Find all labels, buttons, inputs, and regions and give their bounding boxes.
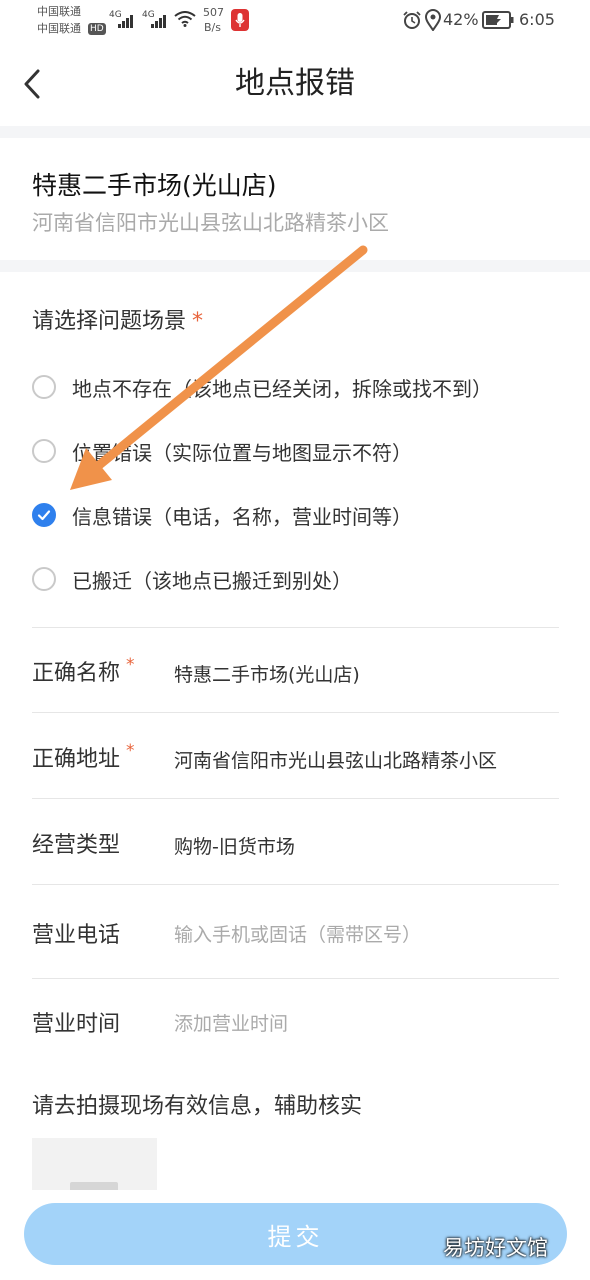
signal-icon — [151, 14, 166, 28]
business-type-label: 经营类型 — [32, 833, 121, 858]
battery-icon — [482, 11, 514, 33]
scene-option-not-exist[interactable]: 地点不存在（该地点已经关闭，拆除或找不到） — [32, 367, 492, 407]
business-hours-label: 营业时间 — [32, 1012, 121, 1037]
scene-option-wrong-position[interactable]: 位置错误（实际位置与地图显示不符） — [32, 431, 412, 471]
checkmark-icon — [37, 510, 51, 521]
carrier-2: 中国联通 — [37, 22, 81, 35]
scene-option-label: 已搬迁（该地点已搬迁到别处） — [72, 568, 352, 593]
scene-option-label: 信息错误（电话，名称，营业时间等） — [72, 504, 412, 529]
radio-icon — [32, 567, 56, 591]
radio-checked-icon — [32, 503, 56, 527]
camera-icon — [70, 1182, 118, 1192]
business-phone-input[interactable]: 输入手机或固话（需带区号） — [174, 920, 421, 947]
business-type-select[interactable]: 购物-旧货市场 — [174, 832, 295, 859]
divider — [32, 712, 559, 713]
signal-icon — [118, 14, 133, 28]
battery-percent: 42% — [443, 10, 479, 29]
required-mark: * — [126, 741, 135, 761]
alarm-icon — [402, 10, 422, 34]
section-divider — [0, 126, 590, 138]
add-photo-button[interactable] — [32, 1138, 157, 1192]
correct-address-label: 正确地址 * — [32, 741, 135, 773]
radio-icon — [32, 375, 56, 399]
correct-address-input[interactable]: 河南省信阳市光山县弦山北路精茶小区 — [174, 746, 497, 773]
radio-icon — [32, 439, 56, 463]
divider — [32, 798, 559, 799]
scene-option-wrong-info[interactable]: 信息错误（电话，名称，营业时间等） — [32, 495, 412, 535]
required-mark: * — [126, 655, 135, 675]
location-icon — [424, 9, 442, 35]
status-bar: 中国联通 中国联通 HD 4G 4G 507 B/s 42% 6:05 — [0, 0, 590, 44]
scene-option-relocated[interactable]: 已搬迁（该地点已搬迁到别处） — [32, 559, 352, 599]
correct-address-label-text: 正确地址 — [32, 747, 121, 772]
correct-name-label-text: 正确名称 — [32, 661, 121, 686]
business-hours-input[interactable]: 添加营业时间 — [174, 1009, 288, 1036]
correct-name-input[interactable]: 特惠二手市场(光山店) — [174, 660, 360, 687]
business-phone-label: 营业电话 — [32, 923, 121, 948]
correct-name-label: 正确名称 * — [32, 655, 135, 687]
scene-option-label: 地点不存在（该地点已经关闭，拆除或找不到） — [72, 376, 492, 401]
divider — [32, 884, 559, 885]
photo-section-title: 请去拍摄现场有效信息，辅助核实 — [32, 1094, 363, 1119]
clock: 6:05 — [519, 10, 555, 29]
net-speed-value: 507 — [203, 6, 224, 19]
divider — [32, 978, 559, 979]
page-title: 地点报错 — [235, 66, 355, 101]
section-divider — [0, 260, 590, 272]
hd-badge: HD — [88, 23, 106, 35]
divider — [32, 627, 559, 628]
poi-address: 河南省信阳市光山县弦山北路精茶小区 — [32, 211, 389, 235]
watermark: 易坊好文馆 — [443, 1236, 548, 1260]
scene-section-title: 请选择问题场景 * — [32, 303, 203, 335]
net-speed-unit: B/s — [204, 21, 221, 34]
scene-option-label: 位置错误（实际位置与地图显示不符） — [72, 440, 412, 465]
mic-icon — [231, 9, 249, 31]
carrier-1: 中国联通 — [37, 5, 81, 18]
poi-name: 特惠二手市场(光山店) — [32, 171, 277, 200]
wifi-icon — [174, 11, 196, 31]
scene-title-label: 请选择问题场景 — [32, 309, 187, 334]
required-mark: * — [192, 309, 204, 334]
